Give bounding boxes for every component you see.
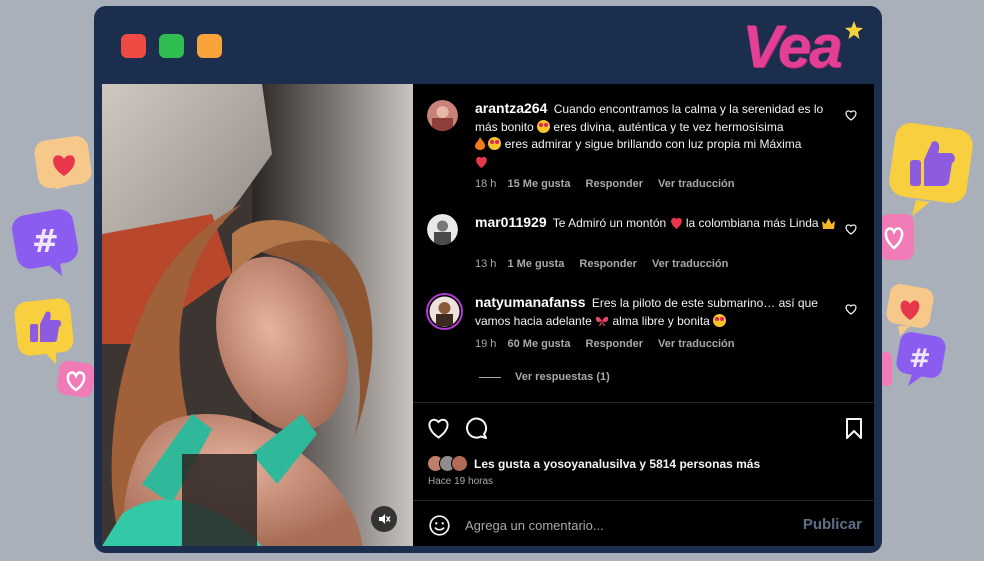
comment-time: 19 h bbox=[475, 338, 497, 350]
view-replies-label: Ver respuestas (1) bbox=[515, 371, 610, 383]
mute-icon bbox=[379, 514, 391, 524]
comment-meta: 19 h 60 Me gusta Responder Ver traducció… bbox=[475, 338, 746, 350]
comment-username[interactable]: natyumanafanss bbox=[475, 294, 585, 310]
comment-username[interactable]: arantza264 bbox=[475, 100, 547, 116]
window-minimize-button[interactable] bbox=[197, 34, 222, 58]
hashtag-bubble-icon: # bbox=[896, 332, 946, 386]
comment-likes[interactable]: 1 Me gusta bbox=[507, 258, 564, 270]
view-replies-button[interactable]: Ver respuestas (1) bbox=[479, 371, 610, 383]
window-close-button[interactable] bbox=[121, 34, 146, 58]
comment-likes[interactable]: 60 Me gusta bbox=[507, 338, 570, 350]
heart-outline-bubble-icon bbox=[880, 214, 914, 260]
crown-emoji-icon bbox=[821, 218, 835, 229]
reply-button[interactable]: Responder bbox=[579, 258, 636, 270]
comment-input[interactable]: Agrega un comentario... bbox=[465, 518, 604, 533]
heart-emoji-icon bbox=[476, 156, 487, 168]
like-comment-icon[interactable] bbox=[845, 224, 857, 235]
comment-likes[interactable]: 15 Me gusta bbox=[507, 178, 570, 190]
avatar[interactable] bbox=[427, 100, 458, 131]
heart-emoji-icon bbox=[670, 217, 682, 229]
emoji-smile-icon[interactable] bbox=[429, 515, 450, 536]
post-actions-bar bbox=[427, 416, 867, 444]
comment-text: alma libre y bonita bbox=[612, 313, 710, 328]
fire-emoji-icon bbox=[475, 137, 485, 150]
likes-summary-row: Les gusta a yosoyanalusilva y 5814 perso… bbox=[427, 455, 760, 472]
thumbs-up-bubble-icon bbox=[14, 298, 74, 364]
window-maximize-button[interactable] bbox=[159, 34, 184, 58]
svg-text:#: # bbox=[909, 344, 931, 374]
like-comment-icon[interactable] bbox=[845, 304, 857, 315]
thumbs-up-bubble-icon bbox=[889, 123, 973, 216]
svg-text:#: # bbox=[32, 222, 59, 260]
comment-text: eres admirar y sigue brillando con luz p… bbox=[504, 137, 802, 151]
heart-outline-icon[interactable] bbox=[427, 418, 450, 439]
heart-bubble-icon bbox=[34, 136, 92, 190]
comments-panel: arantza264 Cuando encontramos la calma y… bbox=[413, 84, 874, 546]
publish-button[interactable]: Publicar bbox=[803, 516, 862, 533]
mute-button[interactable] bbox=[371, 506, 397, 532]
add-comment-bar: Agrega un comentario... Publicar bbox=[413, 502, 874, 546]
heart-eyes-emoji-icon bbox=[713, 313, 727, 327]
heart-outline-bubble-icon bbox=[56, 360, 96, 398]
avatar[interactable] bbox=[426, 293, 463, 330]
comment-username[interactable]: mar011929 bbox=[475, 214, 547, 230]
brand-logo: Vea bbox=[742, 13, 843, 80]
hashtag-bubble-icon: # bbox=[12, 209, 78, 276]
divider bbox=[413, 402, 874, 403]
translate-button[interactable]: Ver traducción bbox=[658, 178, 734, 190]
post-photo-illustration bbox=[102, 84, 413, 546]
translate-button[interactable]: Ver traducción bbox=[658, 338, 734, 350]
reply-button[interactable]: Responder bbox=[586, 338, 643, 350]
replies-divider bbox=[479, 376, 501, 378]
like-comment-icon[interactable] bbox=[845, 110, 857, 121]
likes-summary[interactable]: Les gusta a yosoyanalusilva y 5814 perso… bbox=[474, 457, 760, 471]
comment-text: Te Admiró un montón bbox=[552, 216, 667, 230]
comment-time: 18 h bbox=[475, 178, 497, 190]
bookmark-icon[interactable] bbox=[845, 418, 863, 439]
butterfly-emoji-icon bbox=[595, 316, 609, 326]
comment-meta: 18 h 15 Me gusta Responder Ver traducció… bbox=[475, 178, 746, 190]
heart-outline-bubble-icon bbox=[880, 352, 892, 386]
avatar[interactable] bbox=[427, 214, 458, 245]
comment-bubble-icon[interactable] bbox=[465, 417, 488, 440]
comment-meta: 13 h 1 Me gusta Responder Ver traducción bbox=[475, 258, 740, 270]
translate-button[interactable]: Ver traducción bbox=[652, 258, 728, 270]
post-timestamp: Hace 19 horas bbox=[428, 476, 494, 487]
avatar bbox=[451, 455, 468, 472]
comment-text: eres divina, auténtica y te vez hermosís… bbox=[553, 119, 784, 134]
comment-time: 13 h bbox=[475, 258, 497, 270]
comment-text: la colombiana más Linda bbox=[685, 216, 819, 230]
post-image[interactable] bbox=[102, 84, 413, 546]
heart-eyes-emoji-icon bbox=[488, 137, 502, 150]
star-icon bbox=[845, 21, 863, 39]
heart-eyes-emoji-icon bbox=[537, 119, 551, 133]
divider bbox=[413, 500, 874, 501]
reply-button[interactable]: Responder bbox=[586, 178, 643, 190]
